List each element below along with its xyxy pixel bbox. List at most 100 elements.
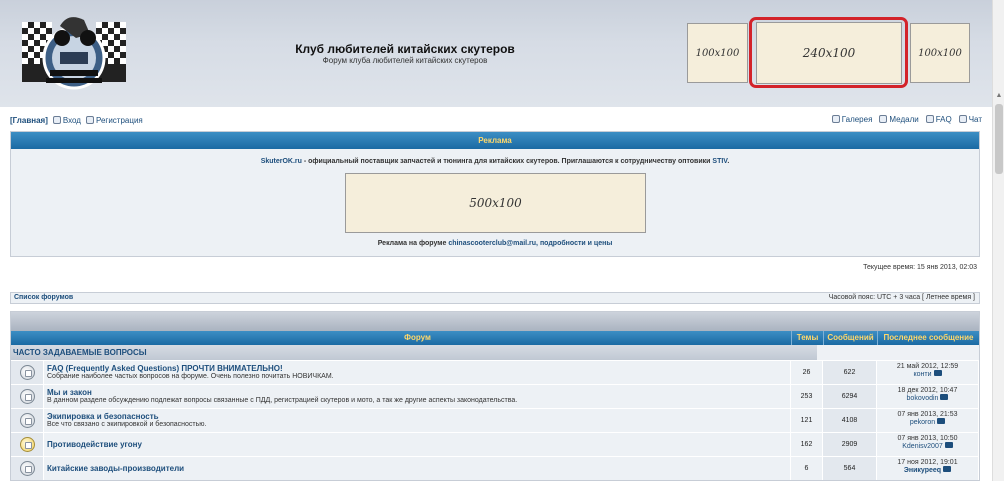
- advertising-banner[interactable]: 500x100: [345, 173, 646, 233]
- last-post-user[interactable]: конти: [913, 371, 931, 378]
- forum-title-link[interactable]: Мы и закон: [47, 388, 92, 397]
- last-post-user[interactable]: Эникурееq: [904, 467, 941, 474]
- club-logo[interactable]: [22, 8, 126, 100]
- forum-topics-count: 162: [791, 433, 823, 456]
- banner-left[interactable]: 100x100: [687, 23, 748, 83]
- red-highlight-outline: [749, 17, 908, 88]
- forum-list-bar: Список форумов Часовой пояс: UTC + 3 час…: [10, 292, 980, 304]
- nav-faq-link[interactable]: FAQ: [925, 115, 952, 124]
- category-row[interactable]: ЧАСТО ЗАДАВАЕМЫЕ ВОПРОСЫ: [11, 345, 979, 360]
- forum-read-icon: [20, 461, 35, 476]
- banner-right[interactable]: 100x100: [910, 23, 970, 83]
- nav-chat-link[interactable]: Чат: [958, 115, 982, 124]
- forum-description: В данном разделе обсуждению подлежат воп…: [47, 397, 518, 404]
- forum-posts-count: 622: [823, 361, 877, 384]
- forum-status-cell: [11, 361, 44, 384]
- forum-topics-count: 121: [791, 409, 823, 432]
- last-post-date: 07 янв 2013, 10:50: [897, 435, 958, 442]
- timezone-info: Часовой пояс: UTC + 3 часа [ Летнее врем…: [828, 294, 975, 301]
- forum-row[interactable]: Противодействие угону 162 2909 07 янв 20…: [11, 432, 979, 456]
- last-post-user[interactable]: Kdenisv2007: [902, 443, 942, 450]
- last-post-date: 18 дек 2012, 10:47: [897, 387, 958, 394]
- goto-last-post-icon[interactable]: [933, 370, 942, 376]
- forum-title-link[interactable]: Китайские заводы-производители: [47, 464, 184, 473]
- faq-icon: [925, 115, 934, 123]
- forum-list-link[interactable]: Список форумов: [14, 294, 73, 301]
- forum-row[interactable]: FAQ (Frequently Asked Questions) ПРОЧТИ …: [11, 360, 979, 384]
- goto-last-post-icon[interactable]: [937, 418, 946, 424]
- last-post-user-line: Kdenisv2007: [877, 442, 978, 450]
- forum-last-post: 18 дек 2012, 10:47 bokovodin: [877, 385, 979, 408]
- vertical-scrollbar[interactable]: ▲: [992, 0, 1004, 481]
- nav-gallery-link[interactable]: Галерея: [831, 115, 873, 124]
- advertising-text-end: .: [727, 158, 730, 165]
- nav-login-link[interactable]: Вход: [52, 116, 81, 125]
- current-time: Текущее время: 15 янв 2013, 02:03: [863, 264, 977, 271]
- nav-register-link[interactable]: Регистрация: [85, 116, 143, 125]
- medal-icon: [879, 115, 888, 123]
- table-top-bar: [11, 312, 979, 331]
- chat-icon: [958, 115, 967, 123]
- forum-last-post: 17 ноя 2012, 19:01 Эникурееq: [877, 457, 979, 480]
- forum-posts-count: 564: [823, 457, 877, 480]
- forum-title-link[interactable]: Противодействие угону: [47, 440, 142, 449]
- nav-medals-link[interactable]: Медали: [879, 115, 919, 124]
- forum-read-icon: [20, 389, 35, 404]
- forum-table: Форум Темы Сообщений Последнее сообщение…: [10, 311, 980, 481]
- advertising-email-link[interactable]: chinascooterclub@mail.ru, подробности и …: [448, 240, 612, 247]
- gallery-icon: [831, 115, 840, 123]
- advertising-body: SkuterOK.ru - официальный поставщик запч…: [11, 149, 979, 256]
- forum-topics-count: 26: [791, 361, 823, 384]
- forum-topics-count: 253: [791, 385, 823, 408]
- forum-name-cell: Экипировка и безопасность Все что связан…: [44, 409, 791, 432]
- last-post-user-line: конти: [877, 370, 978, 378]
- scroll-up-icon[interactable]: ▲: [995, 92, 1003, 100]
- last-post-user-line: bokovodin: [877, 394, 978, 402]
- header-posts: Сообщений: [823, 331, 877, 345]
- top-navbar: [Главная] Вход Регистрация Галерея Медал…: [10, 114, 982, 126]
- nav-gallery-label: Галерея: [841, 115, 873, 124]
- forum-name-cell: Мы и закон В данном разделе обсуждению п…: [44, 385, 791, 408]
- forum-topics-count: 6: [791, 457, 823, 480]
- forum-title-link[interactable]: Экипировка и безопасность: [47, 412, 159, 421]
- forum-read-icon: [20, 365, 35, 380]
- forum-posts-count: 2909: [823, 433, 877, 456]
- last-post-user[interactable]: bokovodin: [907, 395, 939, 402]
- last-post-date: 21 май 2012, 12:59: [896, 363, 959, 370]
- site-title: Клуб любителей китайских скутеров: [295, 42, 515, 56]
- forum-status-cell: [11, 385, 44, 408]
- login-icon: [52, 116, 61, 124]
- forum-row[interactable]: Экипировка и безопасность Все что связан…: [11, 408, 979, 432]
- category-row-filler: [817, 345, 979, 360]
- forum-row[interactable]: Мы и закон В данном разделе обсуждению п…: [11, 384, 979, 408]
- advertising-heading: Реклама: [11, 132, 979, 149]
- forum-last-post: 21 май 2012, 12:59 конти: [877, 361, 979, 384]
- advertising-contact: Реклама на форуме chinascooterclub@mail.…: [11, 240, 979, 247]
- forum-last-post: 07 янв 2013, 21:53 pekoron: [877, 409, 979, 432]
- goto-last-post-icon[interactable]: [944, 442, 953, 448]
- forum-row[interactable]: Китайские заводы-производители 6 564 17 …: [11, 456, 979, 480]
- goto-last-post-icon[interactable]: [940, 394, 949, 400]
- stiv-link[interactable]: STIV: [712, 158, 727, 165]
- last-post-user-line: Эникурееq: [877, 466, 978, 474]
- last-post-date: 17 ноя 2012, 19:01: [897, 459, 958, 466]
- advertising-text-body: - официальный поставщик запчастей и тюни…: [301, 158, 713, 165]
- nav-home-link[interactable]: [Главная]: [10, 116, 48, 125]
- forum-read-icon: [20, 413, 35, 428]
- forum-description: Собрание наиболее частых вопросов на фор…: [47, 373, 334, 380]
- nav-register-label: Регистрация: [95, 116, 143, 125]
- last-post-user[interactable]: pekoron: [910, 419, 935, 426]
- scrollbar-thumb[interactable]: [995, 104, 1003, 174]
- forum-status-cell: [11, 457, 44, 480]
- forum-name-cell: Китайские заводы-производители: [44, 457, 791, 480]
- forum-last-post: 07 янв 2013, 10:50 Kdenisv2007: [877, 433, 979, 456]
- goto-last-post-icon[interactable]: [943, 466, 952, 472]
- forum-posts-count: 4108: [823, 409, 877, 432]
- advertising-text: SkuterOK.ru - официальный поставщик запч…: [11, 158, 979, 165]
- skuterok-link[interactable]: SkuterOK.ru: [261, 158, 302, 165]
- forum-title-link[interactable]: FAQ (Frequently Asked Questions) ПРОЧТИ …: [47, 364, 283, 373]
- advertising-block: Реклама SkuterOK.ru - официальный постав…: [10, 131, 980, 257]
- forum-status-cell: [11, 433, 44, 456]
- category-title[interactable]: ЧАСТО ЗАДАВАЕМЫЕ ВОПРОСЫ: [13, 348, 147, 357]
- nav-faq-label: FAQ: [935, 115, 952, 124]
